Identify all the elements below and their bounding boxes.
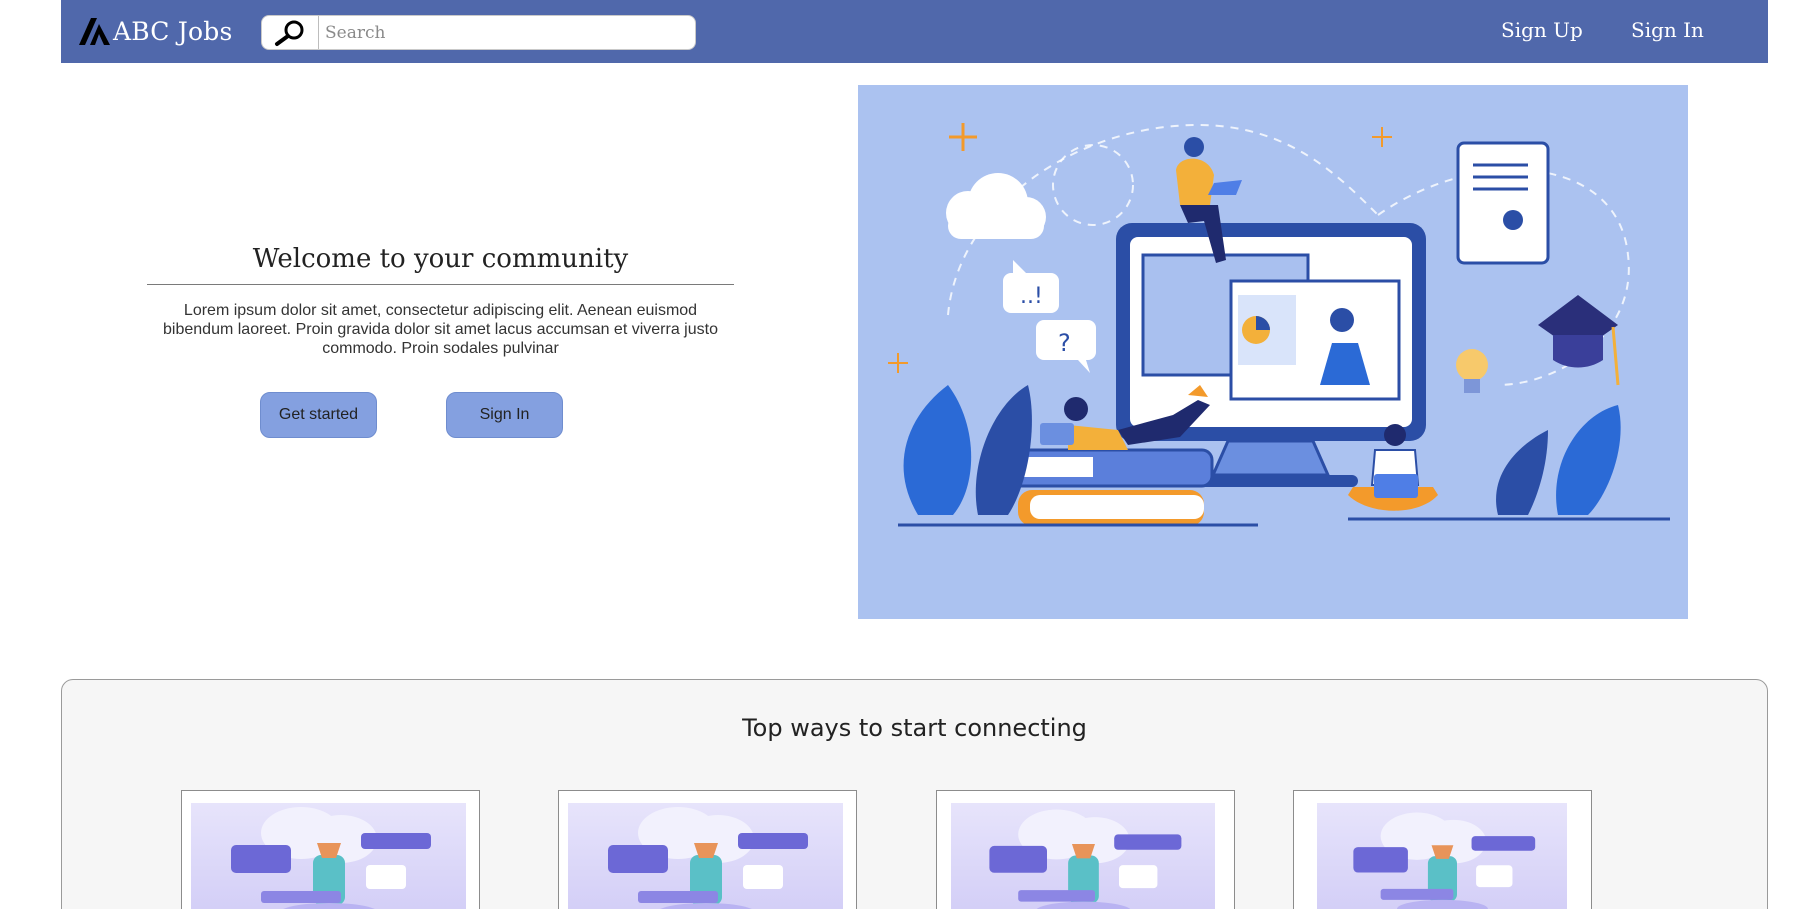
brand-name: ABC Jobs xyxy=(113,16,233,46)
nav-signup-link[interactable]: Sign Up xyxy=(1501,18,1583,42)
connect-card[interactable] xyxy=(936,790,1235,909)
hero-description: Lorem ipsum dolor sit amet, consectetur … xyxy=(163,302,718,357)
search-bar xyxy=(261,15,696,50)
top-navbar: ABC Jobs Sign Up Sign In xyxy=(61,0,1768,63)
connect-card[interactable] xyxy=(181,790,480,909)
search-input[interactable] xyxy=(319,16,695,49)
hero-title: Welcome to your community xyxy=(147,244,734,285)
connect-illustration xyxy=(951,803,1215,909)
hero-sign-in-button[interactable]: Sign In xyxy=(446,392,563,438)
connect-illustration xyxy=(1317,803,1567,909)
connect-section: Top ways to start connecting xyxy=(61,679,1768,909)
connect-title: Top ways to start connecting xyxy=(742,714,1087,742)
nav-signin-link[interactable]: Sign In xyxy=(1631,18,1704,42)
get-started-button[interactable]: Get started xyxy=(260,392,377,438)
search-button[interactable] xyxy=(262,16,319,49)
hero-illustration: ..! ? xyxy=(858,85,1688,619)
exclaim-bubble-text: ..! xyxy=(1020,284,1043,309)
connect-card[interactable] xyxy=(1293,790,1592,909)
community-illustration: ..! ? xyxy=(888,123,1670,527)
magnifier-icon xyxy=(275,20,304,46)
connect-illustration xyxy=(191,803,466,909)
hero-text-block: Welcome to your community Lorem ipsum do… xyxy=(147,244,734,358)
connect-illustration xyxy=(568,803,843,909)
question-bubble-text: ? xyxy=(1058,329,1071,357)
abc-logo-icon xyxy=(79,18,110,45)
connect-card[interactable] xyxy=(558,790,857,909)
brand[interactable]: ABC Jobs xyxy=(77,14,232,48)
